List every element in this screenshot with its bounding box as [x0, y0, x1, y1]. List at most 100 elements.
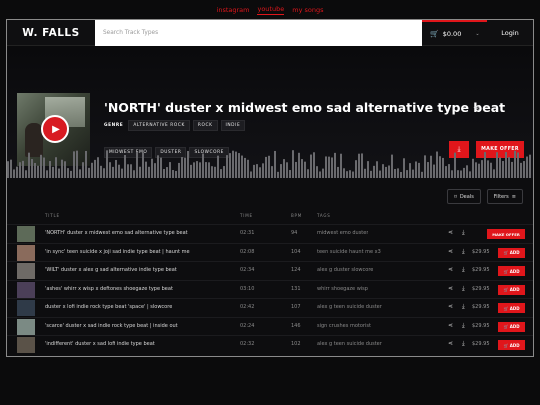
- track-bpm: 107: [291, 304, 301, 310]
- link-youtube[interactable]: youtube: [257, 5, 285, 15]
- share-icon[interactable]: ⋖: [448, 229, 453, 236]
- track-tags: midwest emo duster: [317, 230, 369, 236]
- download-icon[interactable]: ⤓: [462, 266, 465, 274]
- download-icon[interactable]: ⤓: [462, 285, 465, 293]
- table-row[interactable]: duster x lofi indie rock type beat 'spac…: [7, 298, 533, 317]
- track-title[interactable]: 'indifferent' duster x sad lofi indie ty…: [45, 341, 155, 347]
- track-title[interactable]: 'in sync' teen suicide x joji sad indie …: [45, 249, 190, 255]
- share-icon[interactable]: ⋖: [448, 248, 453, 255]
- filters-button[interactable]: Filters ≡: [486, 189, 523, 204]
- download-icon[interactable]: ⤓: [462, 229, 465, 237]
- cart-button[interactable]: 🛒 $0.00 ⌄: [422, 20, 487, 46]
- track-thumbnail[interactable]: [17, 281, 35, 298]
- share-icon[interactable]: ⋖: [448, 322, 453, 329]
- track-tags: alex g teen suicide duster: [317, 304, 382, 310]
- track-thumbnail[interactable]: [17, 318, 35, 335]
- search-input[interactable]: Search Track Types: [95, 20, 422, 46]
- link-instagram[interactable]: instagram: [217, 6, 250, 14]
- track-bpm: 102: [291, 341, 301, 347]
- play-icon[interactable]: ▶: [41, 115, 69, 143]
- waveform[interactable]: [7, 148, 533, 178]
- filters-label: Filters: [493, 193, 509, 200]
- track-title[interactable]: 'scarce' duster x sad indie rock type be…: [45, 323, 178, 329]
- table-row[interactable]: 'scarce' duster x sad indie rock type be…: [7, 316, 533, 336]
- track-tags: whirr shoegaze wisp: [317, 285, 368, 292]
- track-thumbnail[interactable]: [17, 300, 35, 316]
- tag-icon: ⌑: [454, 193, 457, 200]
- track-time: 02:42: [240, 304, 255, 310]
- player-frame: W. FALLS Search Track Types 🛒 $0.00 ⌄ Lo…: [6, 19, 534, 357]
- genre-label: GENRE: [104, 123, 124, 128]
- track-time: 02:24: [240, 322, 255, 329]
- deals-label: Deals: [459, 193, 474, 200]
- cart-icon: 🛒: [430, 30, 439, 38]
- table-row[interactable]: 'WILT' duster x alex g sad alternative i…: [7, 261, 533, 280]
- make-offer-button[interactable]: MAKE OFFER: [487, 229, 525, 239]
- track-tags: teen suicide haunt me x3: [317, 248, 381, 255]
- track-price: $29.95: [472, 267, 490, 273]
- track-bpm: 124: [291, 267, 301, 273]
- track-time: 03:10: [240, 285, 255, 292]
- share-icon[interactable]: ⋖: [448, 303, 453, 310]
- login-button[interactable]: Login: [487, 20, 533, 46]
- filter-bar: ⌑ Deals Filters ≡: [447, 189, 523, 204]
- track-title: 'NORTH' duster x midwest emo sad alterna…: [104, 100, 506, 115]
- deals-button[interactable]: ⌑ Deals: [447, 189, 481, 204]
- track-title[interactable]: 'NORTH' duster x midwest emo sad alterna…: [45, 230, 188, 236]
- table-header: TITLE TIME BPM TAGS: [7, 213, 533, 223]
- track-bpm: 146: [291, 322, 301, 329]
- track-bpm: 94: [291, 230, 298, 236]
- track-time: 02:34: [240, 267, 255, 273]
- header-title: TITLE: [45, 213, 60, 218]
- track-time: 02:32: [240, 341, 255, 347]
- share-icon[interactable]: ⋖: [448, 266, 453, 273]
- track-price: $29.95: [472, 322, 490, 329]
- header-bpm: BPM: [291, 213, 303, 218]
- share-icon[interactable]: ⋖: [448, 340, 453, 347]
- add-to-cart-button[interactable]: 🛒 ADD: [498, 266, 525, 276]
- add-to-cart-button[interactable]: 🛒 ADD: [498, 321, 525, 332]
- link-my-songs[interactable]: my songs: [292, 6, 323, 14]
- genre-tag[interactable]: ROCK: [192, 120, 218, 131]
- download-icon[interactable]: ⤓: [462, 340, 465, 348]
- download-icon[interactable]: ⤓: [462, 303, 465, 311]
- table-row[interactable]: 'indifferent' duster x sad lofi indie ty…: [7, 335, 533, 354]
- track-thumbnail[interactable]: [17, 263, 35, 279]
- chevron-down-icon: ⌄: [475, 31, 480, 37]
- track-title[interactable]: 'ashes' whirr x wisp x deftones shoegaze…: [45, 286, 173, 292]
- share-icon[interactable]: ⋖: [448, 285, 453, 292]
- track-list: ⌑ Deals Filters ≡ TITLE TIME BPM TAGS 'N…: [7, 178, 533, 356]
- add-to-cart-button[interactable]: 🛒 ADD: [498, 303, 525, 313]
- table-row[interactable]: 'in sync' teen suicide x joji sad indie …: [7, 242, 533, 262]
- track-tags: alex g duster slowcore: [317, 267, 374, 273]
- track-title[interactable]: 'WILT' duster x alex g sad alternative i…: [45, 267, 177, 273]
- header-time: TIME: [240, 213, 253, 218]
- genre-tag[interactable]: ALTERNATIVE ROCK: [128, 120, 190, 131]
- top-links: instagram youtube my songs: [0, 0, 540, 20]
- add-to-cart-button[interactable]: 🛒 ADD: [498, 340, 525, 350]
- track-price: $29.95: [472, 304, 490, 310]
- track-price: $29.95: [472, 341, 490, 347]
- track-time: 02:08: [240, 248, 255, 255]
- download-icon[interactable]: ⤓: [462, 248, 465, 256]
- track-bpm: 104: [291, 248, 301, 255]
- track-price: $29.95: [472, 248, 490, 255]
- track-title[interactable]: duster x lofi indie rock type beat 'spac…: [45, 304, 172, 310]
- filter-icon: ≡: [511, 193, 516, 200]
- genre-list: GENRE ALTERNATIVE ROCK ROCK INDIE: [104, 120, 246, 131]
- table-row[interactable]: 'NORTH' duster x midwest emo sad alterna…: [7, 224, 533, 243]
- share-icon[interactable]: ⋖: [473, 103, 480, 112]
- track-thumbnail[interactable]: [17, 226, 35, 242]
- featured-track: ▶ 'NORTH' duster x midwest emo sad alter…: [7, 46, 533, 178]
- table-row[interactable]: 'ashes' whirr x wisp x deftones shoegaze…: [7, 279, 533, 299]
- track-time: 02:31: [240, 230, 255, 236]
- add-to-cart-button[interactable]: 🛒 ADD: [498, 284, 525, 295]
- logo[interactable]: W. FALLS: [7, 20, 95, 46]
- track-thumbnail[interactable]: [17, 337, 35, 353]
- genre-tag[interactable]: INDIE: [220, 120, 246, 131]
- track-tags: alex g teen suicide duster: [317, 341, 382, 347]
- download-icon[interactable]: ⤓: [462, 322, 465, 330]
- add-to-cart-button[interactable]: 🛒 ADD: [498, 247, 525, 258]
- cart-total: $0.00: [442, 30, 462, 38]
- track-thumbnail[interactable]: [17, 244, 35, 261]
